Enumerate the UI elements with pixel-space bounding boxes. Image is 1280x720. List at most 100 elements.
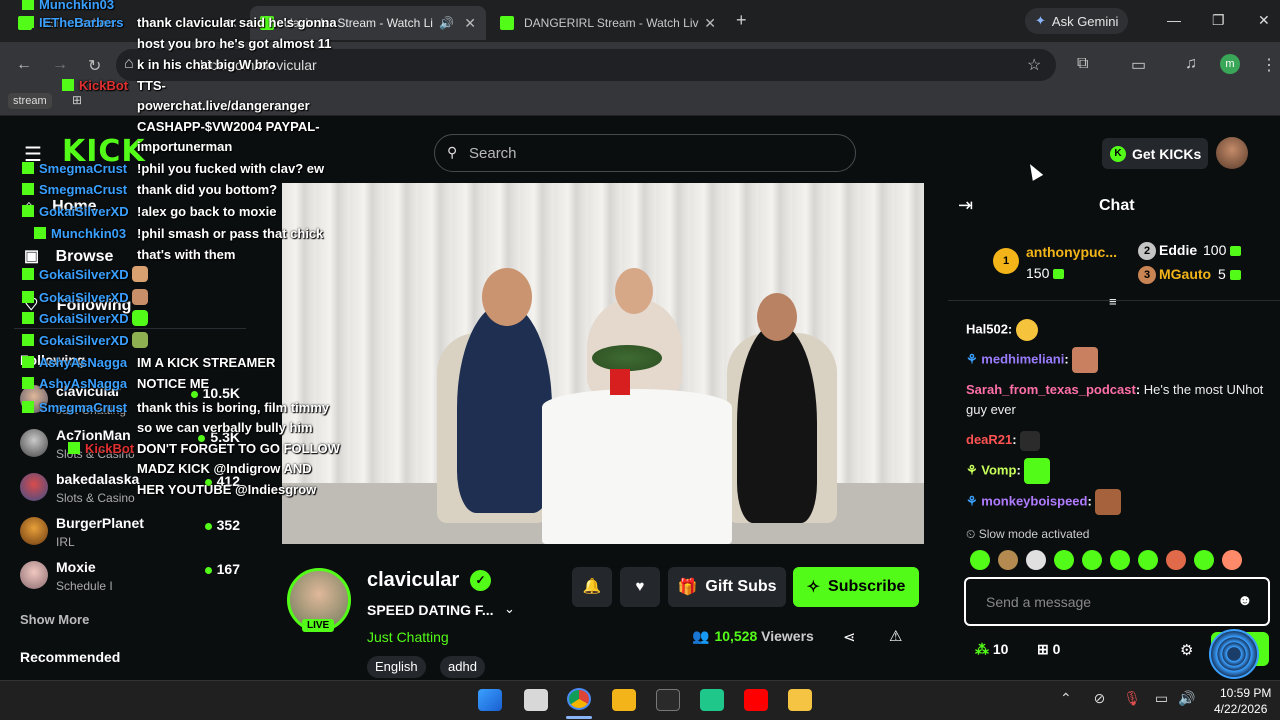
gift-balance[interactable]: ⊞ 0	[1037, 641, 1060, 658]
badge-icon: ⚘	[966, 462, 982, 478]
tab-close-icon[interactable]: ✕	[464, 15, 476, 32]
emote-icon[interactable]	[1110, 550, 1130, 570]
gift-subs-button[interactable]: 🎁 Gift Subs	[668, 567, 786, 607]
emote-icon	[1020, 430, 1041, 451]
network-off-icon[interactable]: ⊘	[1094, 690, 1106, 706]
home-icon[interactable]: ⌂	[124, 55, 134, 73]
video-player[interactable]	[282, 183, 924, 544]
get-kicks-button[interactable]: K Get KICKs	[1102, 138, 1208, 169]
emote-icon	[132, 332, 149, 348]
avatar	[20, 517, 48, 545]
leaderboard-name[interactable]: MGauto	[1159, 266, 1211, 282]
overlay-user: SmegmaCrust	[22, 179, 127, 200]
kicks-balance[interactable]: ⁂ 10	[975, 641, 1008, 658]
profile-avatar[interactable]: m	[1220, 54, 1240, 74]
emote-icon[interactable]	[1222, 550, 1242, 570]
chrome-icon[interactable]	[567, 688, 591, 710]
overlay-user: AshyAsNagga	[22, 352, 127, 373]
bookmark-stream[interactable]: stream	[8, 93, 52, 109]
streamer-name: bakedalaska	[56, 471, 140, 487]
notification-bell-button[interactable]: 🔔	[572, 567, 612, 607]
streamer-category: IRL	[56, 535, 75, 549]
menu-kebab-icon[interactable]: ⋮	[1261, 55, 1277, 75]
restore-button[interactable]: ❐	[1212, 12, 1225, 29]
emote-icon[interactable]	[1026, 550, 1046, 570]
recommended-section-header: Recommended	[20, 649, 121, 665]
channel-name[interactable]: clavicular	[367, 569, 459, 592]
extensions-icon[interactable]: ⧉	[1077, 55, 1088, 73]
search-bar[interactable]: ⚲	[434, 134, 856, 172]
new-tab-button[interactable]: +	[736, 10, 747, 31]
windows-start-icon[interactable]	[478, 689, 502, 711]
quick-emote-row	[970, 550, 1270, 572]
minimize-button[interactable]: —	[1167, 12, 1181, 28]
tag-english[interactable]: English	[367, 656, 426, 678]
chat-message-input[interactable]	[986, 593, 1236, 611]
emote-icon[interactable]	[1194, 550, 1214, 570]
share-icon[interactable]: ⋖	[843, 628, 856, 646]
clock-time[interactable]: 10:59 PM	[1220, 686, 1271, 700]
subscribe-button[interactable]: ✧ Subscribe	[793, 567, 919, 607]
tab-close-icon[interactable]: ✕	[704, 15, 716, 32]
emote-icon[interactable]	[1166, 550, 1186, 570]
kick-badge-icon	[22, 183, 34, 195]
ask-gemini-button[interactable]: ✦ Ask Gemini	[1025, 8, 1129, 34]
emoji-picker-icon[interactable]: ☻	[1237, 592, 1253, 609]
display-icon[interactable]: ▭	[1155, 690, 1168, 706]
browse-icon: ▣	[24, 248, 44, 265]
browser-tab-3[interactable]: DANGERIRL Stream - Watch Liv ✕	[490, 6, 726, 40]
overlay-user: SmegmaCrust	[22, 397, 127, 418]
tag-adhd[interactable]: adhd	[440, 656, 485, 678]
viewer-count: 352	[216, 517, 240, 533]
epic-games-icon[interactable]	[656, 689, 680, 711]
volume-icon[interactable]: 🔊	[1178, 690, 1195, 706]
report-warning-icon[interactable]: ⚠	[889, 627, 902, 645]
clock-date[interactable]: 4/22/2026	[1214, 702, 1267, 716]
emote-icon[interactable]	[970, 550, 990, 570]
kick-badge-icon	[22, 377, 34, 389]
chat-settings-gear-icon[interactable]: ⚙	[1180, 641, 1193, 659]
search-input[interactable]	[469, 143, 839, 163]
emote-icon[interactable]	[1082, 550, 1102, 570]
emote-icon[interactable]	[998, 550, 1018, 570]
microphone-icon[interactable]: 🎙	[1123, 690, 1141, 706]
emote-icon	[132, 266, 149, 282]
media-control-icon[interactable]: ♫	[1185, 55, 1197, 73]
emote-icon[interactable]	[1138, 550, 1158, 570]
follow-heart-button[interactable]: ♥	[620, 567, 660, 607]
close-window-button[interactable]: ✕	[1258, 12, 1270, 29]
leaderboard-name[interactable]: anthonypuc...	[1026, 244, 1117, 260]
gift-icon	[1053, 269, 1065, 279]
chat-message: ⚘ medhimeliani:	[966, 347, 1266, 373]
file-explorer-icon[interactable]	[788, 689, 812, 711]
sidebar-streamer-burgerplanet[interactable]: BurgerPlanet IRL 352	[18, 513, 248, 551]
chevron-up-icon[interactable]: ⌃	[1060, 690, 1072, 706]
user-avatar[interactable]	[1216, 137, 1248, 169]
pinned-menu-icon[interactable]: ≡	[1109, 294, 1117, 309]
laughing-emote-icon	[1015, 319, 1038, 341]
speaker-icon[interactable]: 🔊	[439, 16, 454, 30]
w-emote-icon	[1024, 458, 1051, 484]
chat-input-box[interactable]	[964, 577, 1270, 626]
collapse-chat-icon[interactable]: ⇥	[958, 195, 973, 216]
back-arrow-icon[interactable]: ←	[16, 56, 32, 74]
show-more-link[interactable]: Show More	[20, 612, 89, 627]
bookmark-star-icon[interactable]: ☆	[1027, 55, 1041, 75]
task-view-icon[interactable]	[524, 689, 548, 711]
forward-arrow-icon[interactable]: →	[52, 56, 68, 74]
kick-badge-icon	[62, 79, 74, 91]
chevron-down-icon[interactable]: ⌄	[504, 601, 515, 617]
cast-icon[interactable]: ▭	[1131, 55, 1146, 75]
reload-icon[interactable]: ↻	[88, 56, 101, 76]
youtube-icon[interactable]	[744, 689, 768, 711]
rockstar-icon[interactable]	[612, 689, 636, 711]
sidebar-streamer-moxie[interactable]: Moxie Schedule I 167	[18, 557, 248, 595]
kick-badge-icon	[22, 162, 34, 174]
stream-category-link[interactable]: Just Chatting	[367, 629, 449, 645]
get-kicks-label: Get KICKs	[1132, 145, 1202, 162]
nav-browse[interactable]: ▣ Browse	[24, 246, 113, 266]
rank-2-badge-icon: 2	[1138, 242, 1156, 260]
streamlabs-icon[interactable]	[700, 689, 724, 711]
emote-icon[interactable]	[1054, 550, 1074, 570]
leaderboard-name[interactable]: Eddie	[1159, 242, 1197, 258]
